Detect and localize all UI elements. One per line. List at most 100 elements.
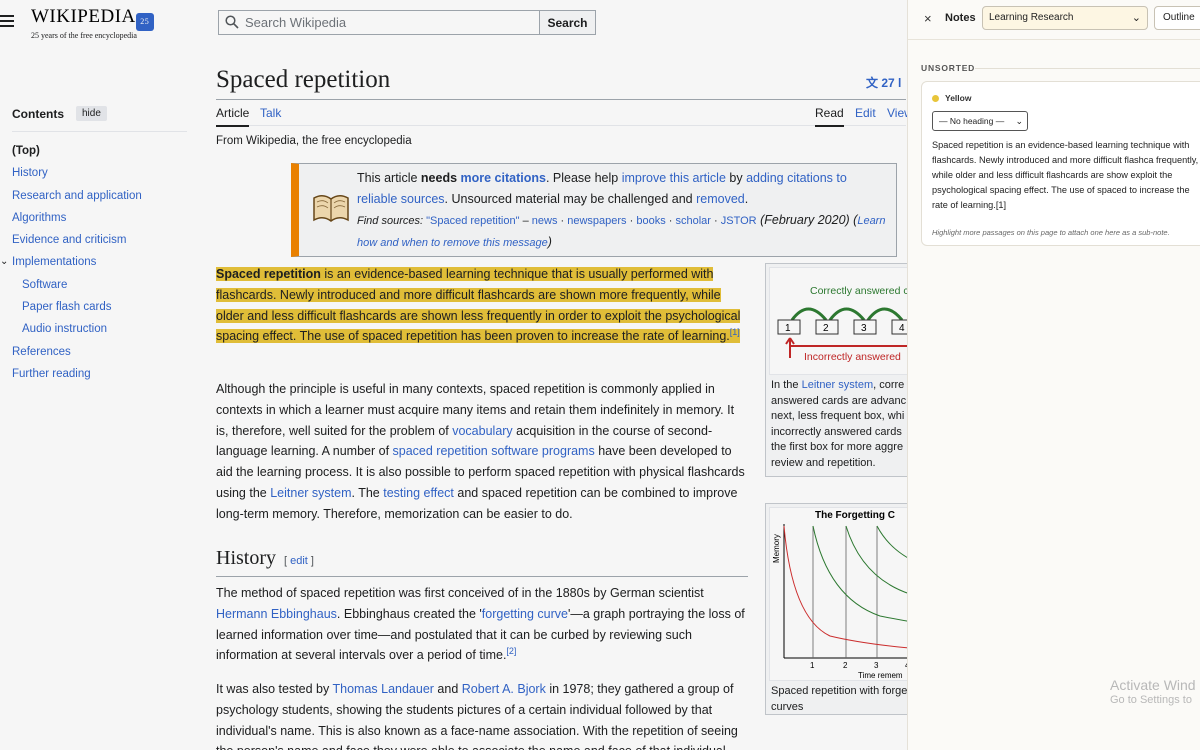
heading-select-value: — No heading — [939,116,1005,126]
search-input[interactable] [245,11,539,34]
page-tabs: Article Talk Read Edit View [216,100,913,127]
box-label: 2 [823,323,829,334]
close-icon[interactable]: × [924,11,932,26]
paragraph-text: . Ebbinghaus created the ' [336,606,482,621]
tab-talk[interactable]: Talk [260,106,281,125]
intro-paragraph: Spaced repetition is an evidence-based l… [216,264,748,347]
toc-item-history[interactable]: History [12,162,187,184]
books-link[interactable]: books [636,215,665,227]
more-citations-link[interactable]: more citations [461,171,546,185]
logo-tagline: 25 years of the free encyclopedia [31,31,137,40]
toc-item-algorithms[interactable]: Algorithms [12,207,187,229]
tab-read[interactable]: Read [815,106,844,127]
landauer-link[interactable]: Thomas Landauer [333,682,434,696]
color-name: Yellow [945,93,972,103]
collection-select[interactable]: Learning Research ⌄ [982,6,1148,30]
notes-title: Notes [945,12,976,24]
leitner-diagram[interactable]: Correctly answered c 1 2 3 4 Incorrectly… [769,267,921,375]
ambox-text: . Please help [545,171,622,185]
toc-item-evidence[interactable]: Evidence and criticism [12,229,187,251]
wikipedia-logo[interactable]: WIKIPEDIA 25 25 years of the free encyclo… [31,6,154,40]
testing-effect-link[interactable]: testing effect [383,486,454,500]
tab-article[interactable]: Article [216,106,250,127]
jstor-link[interactable]: JSTOR [721,215,757,227]
ebbinghaus-link[interactable]: Hermann Ebbinghaus [216,607,337,621]
ambox-sep: – [519,215,532,227]
tab-edit[interactable]: Edit [855,106,876,125]
box-3: 3 [853,319,877,335]
toc-item-paper-flash-cards[interactable]: Paper flash cards [12,296,187,318]
color-dot-icon [932,94,939,102]
x-tick: 3 [874,661,879,670]
bracket: ] [307,555,314,567]
toc-item-top[interactable]: (Top) [12,140,187,162]
note-color-label: Yellow [932,93,971,103]
heading-select[interactable]: — No heading — ⌄ [932,111,1028,131]
group-label: UNSORTED [921,63,976,73]
toc-hide-button[interactable]: hide [76,106,107,121]
search-button[interactable]: Search [539,11,595,34]
forgetting-curve-image[interactable]: The Forgetting C Memory 1 2 3 4 Time rem… [769,507,921,681]
collection-value: Learning Research [989,12,1074,23]
history-paragraph-2: It was also tested by Thomas Landauer an… [216,679,748,750]
puzzle-globe-icon: 25 [135,13,154,31]
forgetting-curve-link[interactable]: forgetting curve [482,607,568,621]
chevron-down-icon: ⌄ [1131,12,1141,24]
ambox-text: This article [357,171,421,185]
ref-link[interactable]: [2] [506,646,516,656]
bjork-link[interactable]: Robert A. Bjork [462,682,546,696]
note-hint: Highlight more passages on this page to … [932,228,1170,237]
leitner-link[interactable]: Leitner system [270,486,351,500]
translate-icon: 文 [866,76,879,90]
highlighted-passage[interactable]: Spaced repetition is an evidence-based l… [216,267,741,344]
toc-item-software[interactable]: Software [12,274,187,296]
vocabulary-link[interactable]: vocabulary [452,424,512,438]
language-button[interactable]: 文 27 l [866,74,901,91]
ref-link[interactable]: [1] [730,327,740,337]
forgetting-curve-caption: Spaced repetition with forge curves [771,685,908,713]
activate-subtitle: Go to Settings to [1110,694,1192,706]
toc-item-implementations[interactable]: ⌄ Implementations [0,251,187,273]
caption-text: , corre answered cards are advanc next, … [771,379,907,469]
x-tick: 1 [810,661,815,670]
book-icon [313,195,349,222]
y-axis-label: Memory [772,534,781,563]
correct-label: Correctly answered c [810,285,909,297]
toc-item-further-reading[interactable]: Further reading [12,363,187,385]
citation-notice: This article needs more citations. Pleas… [291,163,897,257]
box-label: 4 [899,323,905,334]
note-card[interactable]: Yellow — No heading — ⌄ Spaced repetition… [921,81,1200,246]
windows-activation-watermark: Activate Wind Go to Settings to [1110,677,1196,706]
search-icon [219,11,245,34]
figure-title: The Forgetting C [815,510,895,521]
outline-button[interactable]: Outline [1154,6,1200,30]
incorrect-label: Incorrectly answered [804,351,901,363]
note-text: Spaced repetition is an evidence-based l… [932,140,1199,210]
logo-wordmark: WIKIPEDIA [31,6,136,27]
removed-link[interactable]: removed [696,192,745,206]
find-query-link[interactable]: "Spaced repetition" [426,215,519,227]
history-edit-link[interactable]: edit [290,555,308,567]
improve-article-link[interactable]: improve this article [622,171,726,185]
forgetting-curve-figure: The Forgetting C Memory 1 2 3 4 Time rem… [765,503,925,715]
notes-header: × Notes Learning Research ⌄ Outline [908,0,1200,40]
search-bar: Search [218,10,596,35]
ambox-text: by [725,171,747,185]
x-tick: 2 [843,661,848,670]
srs-programs-link[interactable]: spaced repetition software programs [393,444,595,458]
toc-item-research[interactable]: Research and application [12,185,187,207]
leitner-caption-link[interactable]: Leitner system [802,379,874,391]
section-title: History [216,547,276,569]
toc-item-audio-instruction[interactable]: Audio instruction [12,318,187,340]
main-menu-icon[interactable] [0,12,16,30]
news-link[interactable]: news [532,215,558,227]
scholar-link[interactable]: scholar [675,215,710,227]
leitner-figure: Correctly answered c 1 2 3 4 Incorrectly… [765,263,925,477]
toc-item-references[interactable]: References [12,341,187,363]
ambox-needs: needs [420,171,461,185]
chevron-down-icon[interactable]: ⌄ [0,251,8,273]
box-1: 1 [777,319,801,335]
newspapers-link[interactable]: newspapers [567,215,626,227]
notes-panel: × Notes Learning Research ⌄ Outline UNSOR… [907,0,1200,750]
history-paragraph-1: The method of spaced repetition was firs… [216,583,748,666]
